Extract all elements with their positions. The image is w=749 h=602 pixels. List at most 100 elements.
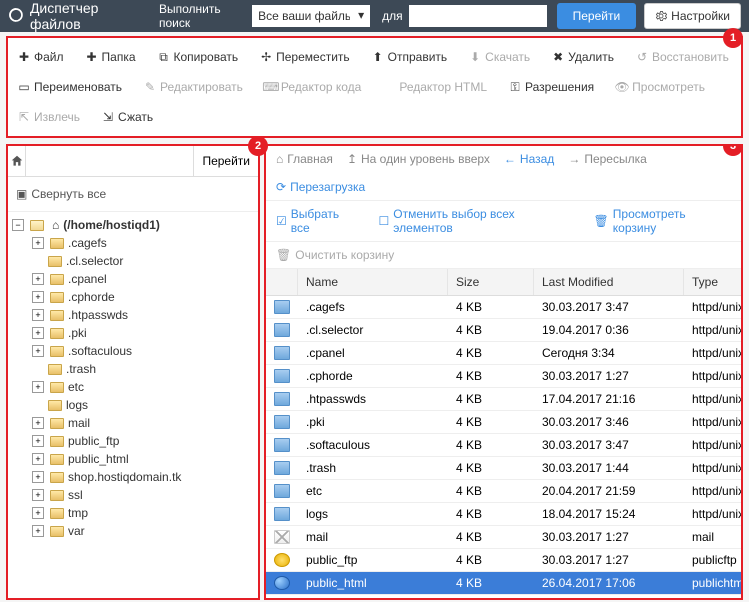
select-all-button[interactable]: ☑Выбрать все bbox=[276, 207, 361, 235]
toolbar-rename[interactable]: ▭Переименовать bbox=[16, 74, 124, 100]
tree-node[interactable]: .cl.selector bbox=[8, 252, 258, 270]
table-row[interactable]: logs 4 KB 18.04.2017 15:24 httpd/unix bbox=[266, 503, 741, 526]
cell-type: publicftp bbox=[684, 549, 741, 571]
tree-node[interactable]: +.cagefs bbox=[8, 234, 258, 252]
toggle-icon[interactable]: + bbox=[32, 291, 44, 303]
settings-button[interactable]: Настройки bbox=[644, 3, 741, 29]
folder-icon bbox=[50, 346, 64, 357]
search-scope-select[interactable] bbox=[252, 5, 370, 27]
tree-node[interactable]: +.cpanel bbox=[8, 270, 258, 288]
crumb-back[interactable]: ←Назад bbox=[504, 152, 554, 166]
cell-type: httpd/unix bbox=[684, 388, 741, 410]
table-row[interactable]: public_ftp 4 KB 30.03.2017 1:27 publicft… bbox=[266, 549, 741, 572]
table-row[interactable]: etc 4 KB 20.04.2017 21:59 httpd/unix bbox=[266, 480, 741, 503]
tree-node[interactable]: + var bbox=[8, 522, 258, 540]
tree-node[interactable]: .trash bbox=[8, 360, 258, 378]
folder-icon bbox=[50, 328, 64, 339]
table-row[interactable]: shop.hostiqdomain.tk 4 KB 25.04.2017 18:… bbox=[266, 595, 741, 598]
toolbar-file[interactable]: ✚Файл bbox=[16, 44, 66, 70]
up-icon: ↥ bbox=[347, 152, 357, 166]
col-size[interactable]: Size bbox=[448, 269, 534, 295]
crumb-up[interactable]: ↥На один уровень вверх bbox=[347, 152, 490, 166]
crumb-forward[interactable]: →Пересылка bbox=[568, 152, 646, 166]
tree-node[interactable]: +tmp bbox=[8, 504, 258, 522]
folder-icon bbox=[48, 256, 62, 267]
crumb-home[interactable]: ⌂Главная bbox=[276, 152, 333, 166]
tree-node[interactable]: +public_html bbox=[8, 450, 258, 468]
tree-node[interactable]: +.htpasswds bbox=[8, 306, 258, 324]
tree-home-button[interactable] bbox=[8, 146, 26, 176]
table-row[interactable]: .htpasswds 4 KB 17.04.2017 21:16 httpd/u… bbox=[266, 388, 741, 411]
toolbar-compress[interactable]: ⇲Сжать bbox=[100, 104, 155, 130]
cell-name: mail bbox=[298, 526, 448, 548]
toggle-icon[interactable]: + bbox=[32, 345, 44, 357]
search-go-button[interactable]: Перейти bbox=[557, 3, 637, 29]
tree-node[interactable]: +shop.hostiqdomain.tk bbox=[8, 468, 258, 486]
toggle-icon[interactable]: + bbox=[32, 237, 44, 249]
deselect-all-button[interactable]: ☐Отменить выбор всех элементов bbox=[379, 207, 576, 235]
folder-icon bbox=[274, 507, 290, 521]
toolbar-label: Удалить bbox=[568, 50, 614, 64]
toggle-icon[interactable]: + bbox=[32, 273, 44, 285]
cell-modified: 17.04.2017 21:16 bbox=[534, 388, 684, 410]
tree-node[interactable]: +mail bbox=[8, 414, 258, 432]
crumb-reload[interactable]: ⟳Перезагрузка bbox=[276, 180, 365, 194]
toggle-icon[interactable]: + bbox=[32, 309, 44, 321]
toolbar-delete[interactable]: ✖Удалить bbox=[550, 44, 616, 70]
search-input[interactable] bbox=[409, 5, 547, 27]
table-row[interactable]: .cpanel 4 KB Сегодня 3:34 httpd/unix bbox=[266, 342, 741, 365]
table-row[interactable]: .trash 4 KB 30.03.2017 1:44 httpd/unix bbox=[266, 457, 741, 480]
tree-node[interactable]: logs bbox=[8, 396, 258, 414]
col-type[interactable]: Type bbox=[684, 269, 741, 295]
toggle-icon[interactable]: − bbox=[12, 219, 24, 231]
toggle-icon[interactable]: + bbox=[32, 453, 44, 465]
toolbar-label: Переименовать bbox=[34, 80, 122, 94]
toggle-icon[interactable]: + bbox=[32, 381, 44, 393]
folder-icon bbox=[274, 415, 290, 429]
toolbar-copy[interactable]: ⧉Копировать bbox=[156, 44, 241, 70]
toolbar-upload[interactable]: ⬆Отправить bbox=[370, 44, 450, 70]
tree-path-input[interactable] bbox=[26, 146, 193, 176]
folder-icon bbox=[274, 369, 290, 383]
toggle-icon[interactable]: + bbox=[32, 489, 44, 501]
toolbar-folder[interactable]: ✚Папка bbox=[84, 44, 138, 70]
toolbar-edit: ✎Редактировать bbox=[142, 74, 245, 100]
col-name[interactable]: Name bbox=[298, 269, 448, 295]
toggle-icon[interactable]: + bbox=[32, 327, 44, 339]
table-row[interactable]: mail 4 KB 30.03.2017 1:27 mail bbox=[266, 526, 741, 549]
toggle-icon[interactable]: + bbox=[32, 525, 44, 537]
table-row[interactable]: .softaculous 4 KB 30.03.2017 3:47 httpd/… bbox=[266, 434, 741, 457]
toolbar-move[interactable]: ✢Переместить bbox=[258, 44, 352, 70]
toolbar-perm[interactable]: ⚿Разрешения bbox=[507, 74, 596, 100]
toggle-icon[interactable]: + bbox=[32, 417, 44, 429]
table-row[interactable]: .cagefs 4 KB 30.03.2017 3:47 httpd/unix bbox=[266, 296, 741, 319]
table-row[interactable]: .cl.selector 4 KB 19.04.2017 0:36 httpd/… bbox=[266, 319, 741, 342]
tree-node[interactable]: +.softaculous bbox=[8, 342, 258, 360]
settings-label: Настройки bbox=[671, 9, 730, 23]
tree-node[interactable]: + etc bbox=[8, 378, 258, 396]
col-modified[interactable]: Last Modified bbox=[534, 269, 684, 295]
cell-type: httpd/unix bbox=[684, 503, 741, 525]
cell-name: .cl.selector bbox=[298, 319, 448, 341]
tree-node[interactable]: +.cphorde bbox=[8, 288, 258, 306]
collapse-icon: ▣ bbox=[16, 187, 27, 201]
table-row[interactable]: .cphorde 4 KB 30.03.2017 1:27 httpd/unix bbox=[266, 365, 741, 388]
tree-node[interactable]: +.pki bbox=[8, 324, 258, 342]
cpanel-logo-icon bbox=[8, 7, 24, 25]
tree-root[interactable]: −⌂(/home/hostiqd1) bbox=[8, 216, 258, 234]
empty-trash-button[interactable]: 🗑 Очистить корзину bbox=[266, 242, 741, 269]
toggle-icon[interactable]: + bbox=[32, 507, 44, 519]
table-row[interactable]: .pki 4 KB 30.03.2017 3:46 httpd/unix bbox=[266, 411, 741, 434]
uncheck-icon: ☐ bbox=[379, 214, 390, 228]
tree-node[interactable]: +ssl bbox=[8, 486, 258, 504]
collapse-all-button[interactable]: ▣ Свернуть все bbox=[8, 177, 258, 212]
toggle-icon[interactable]: + bbox=[32, 471, 44, 483]
toggle-icon[interactable]: + bbox=[32, 435, 44, 447]
tree-node[interactable]: +public_ftp bbox=[8, 432, 258, 450]
globe-icon bbox=[274, 576, 290, 590]
download-icon: ⬇ bbox=[469, 51, 481, 63]
tree-label: etc bbox=[68, 380, 84, 394]
header-bar: Диспетчер файлов Выполнить поиск для Пер… bbox=[0, 0, 749, 32]
view-trash-button[interactable]: 🗑Просмотреть корзину bbox=[594, 207, 731, 235]
tree-label: var bbox=[68, 524, 85, 538]
